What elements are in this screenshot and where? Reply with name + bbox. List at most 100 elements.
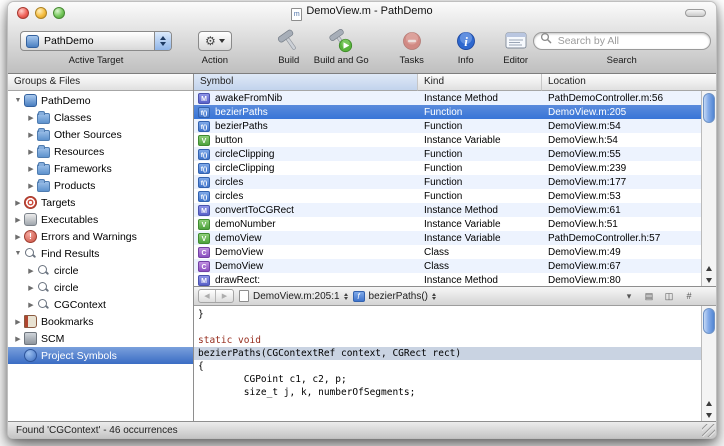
sidebar-header[interactable]: Groups & Files (8, 74, 193, 91)
symbol-name: DemoView (215, 247, 263, 258)
resize-grip[interactable] (702, 424, 715, 437)
symbol-row-DemoView[interactable]: CDemoViewClassDemoView.m:49 (194, 245, 701, 259)
disclosure-triangle-icon[interactable]: ▶ (25, 114, 37, 122)
disclosure-triangle-icon[interactable]: ▶ (12, 233, 24, 241)
sidebar-item-find-results[interactable]: ▼Find Results (8, 245, 193, 262)
disclosure-triangle-icon[interactable]: ▶ (12, 318, 24, 326)
symbol-row-circles[interactable]: f()circlesFunctionDemoView.m:53 (194, 189, 701, 203)
folder-icon (37, 147, 50, 158)
symbol-kind: Instance Variable (418, 135, 542, 146)
symbol-row-drawRect-[interactable]: MdrawRect:Instance MethodDemoView.m:80 (194, 273, 701, 286)
stop-icon (400, 29, 424, 53)
disclosure-triangle-icon[interactable]: ▼ (12, 97, 24, 104)
sidebar-item-circle[interactable]: ▶circle (8, 262, 193, 279)
sidebar-item-executables[interactable]: ▶Executables (8, 211, 193, 228)
code-editor[interactable]: } static voidbezierPaths(CGContextRef co… (194, 306, 716, 421)
disclosure-triangle-icon[interactable]: ▶ (25, 182, 37, 190)
sidebar-item-scm[interactable]: ▶SCM (8, 330, 193, 347)
sidebar-item-bookmarks[interactable]: ▶Bookmarks (8, 313, 193, 330)
symbol-row-circles[interactable]: f()circlesFunctionDemoView.m:177 (194, 175, 701, 189)
titlebar[interactable]: mDemoView.m - PathDemo (8, 2, 716, 24)
xcode-window: mDemoView.m - PathDemo PathDemo Active T… (7, 1, 717, 439)
sidebar-item-errors-and-warnings[interactable]: ▶Errors and Warnings (8, 228, 193, 245)
symbol-row-demoView[interactable]: VdemoViewInstance VariablePathDemoContro… (194, 231, 701, 245)
disclosure-triangle-icon[interactable]: ▶ (25, 131, 37, 139)
symbol-kind: Function (418, 191, 542, 202)
disclosure-triangle-icon[interactable]: ▶ (12, 216, 24, 224)
forward-button[interactable]: ▶ (216, 290, 233, 302)
gear-icon: ⚙ (205, 34, 216, 48)
column-header-kind[interactable]: Kind (418, 74, 542, 91)
build-button[interactable] (272, 28, 306, 54)
sidebar-item-circle[interactable]: ▶circle (8, 279, 193, 296)
table-scrollbar[interactable] (701, 91, 716, 286)
sidebar-item-frameworks[interactable]: ▶Frameworks (8, 160, 193, 177)
scrollbar-thumb[interactable] (703, 308, 715, 334)
disclosure-triangle-icon[interactable]: ▶ (25, 301, 37, 309)
disclosure-triangle-icon[interactable]: ▶ (25, 267, 37, 275)
disclosure-triangle-icon[interactable]: ▼ (12, 250, 24, 257)
search-label: Search (607, 55, 637, 66)
editor-group: Editor (499, 28, 533, 66)
column-header-location[interactable]: Location (542, 74, 716, 91)
active-target-group: PathDemo Active Target (20, 28, 172, 66)
symbol-row-demoNumber[interactable]: VdemoNumberInstance VariableDemoView.h:5… (194, 217, 701, 231)
build-and-go-button[interactable] (324, 28, 358, 54)
editor-scrollbar[interactable] (701, 306, 716, 421)
symbol-row-DemoView[interactable]: CDemoViewClassDemoView.m:67 (194, 259, 701, 273)
scroll-up-button[interactable] (702, 397, 716, 409)
sidebar-item-products[interactable]: ▶Products (8, 177, 193, 194)
active-target-popup[interactable]: PathDemo (20, 31, 172, 51)
find-small-icon (37, 264, 50, 277)
class-symbol-icon: C (198, 261, 210, 272)
symbol-table: Symbol Kind Location MawakeFromNibInstan… (194, 74, 716, 287)
info-button[interactable]: i (449, 28, 483, 54)
find-icon (24, 247, 37, 260)
symbol-row-bezierPaths[interactable]: f()bezierPathsFunctionDemoView.m:205 (194, 105, 701, 119)
symbol-row-circleClipping[interactable]: f()circleClippingFunctionDemoView.m:55 (194, 147, 701, 161)
disclosure-triangle-icon[interactable]: ▶ (25, 148, 37, 156)
tasks-button[interactable] (395, 28, 429, 54)
file-popup[interactable]: DemoView.m:205:1 (239, 290, 348, 302)
scrollbar-thumb[interactable] (703, 93, 715, 123)
line-number-popup-icon[interactable]: # (682, 291, 696, 301)
symbol-row-awakeFromNib[interactable]: MawakeFromNibInstance MethodPathDemoCont… (194, 91, 701, 105)
project-icon (26, 35, 39, 48)
breakpoints-icon[interactable]: ▤ (642, 291, 656, 302)
disclosure-triangle-icon[interactable]: ▶ (12, 335, 24, 343)
content-area: Groups & Files ▼PathDemo▶Classes▶Other S… (8, 74, 716, 421)
symbol-kind: Instance Method (418, 93, 542, 104)
sidebar-item-project-symbols[interactable]: Project Symbols (8, 347, 193, 364)
sidebar-item-label: CGContext (54, 299, 106, 311)
sidebar-item-classes[interactable]: ▶Classes (8, 109, 193, 126)
scroll-up-button[interactable] (702, 262, 716, 274)
symbol-kind: Instance Variable (418, 233, 542, 244)
symbol-row-convertToCGRect[interactable]: MconvertToCGRectInstance MethodDemoView.… (194, 203, 701, 217)
toolbar-toggle-button[interactable] (685, 9, 706, 17)
symbol-row-circleClipping[interactable]: f()circleClippingFunctionDemoView.m:239 (194, 161, 701, 175)
disclosure-triangle-icon[interactable]: ▶ (25, 284, 37, 292)
active-target-value: PathDemo (44, 35, 94, 47)
editor-button[interactable] (499, 28, 533, 54)
table-header: Symbol Kind Location (194, 74, 716, 91)
symbol-row-bezierPaths[interactable]: f()bezierPathsFunctionDemoView.m:54 (194, 119, 701, 133)
action-button[interactable]: ⚙ (198, 31, 232, 51)
column-header-symbol[interactable]: Symbol (194, 74, 418, 91)
symbol-row-button[interactable]: VbuttonInstance VariableDemoView.h:54 (194, 133, 701, 147)
sidebar-item-other-sources[interactable]: ▶Other Sources (8, 126, 193, 143)
executable-icon (24, 213, 37, 226)
code-line: bezierPaths(CGContextRef context, CGRect… (194, 347, 716, 360)
sidebar-item-pathdemo[interactable]: ▼PathDemo (8, 92, 193, 109)
back-button[interactable]: ◀ (199, 290, 216, 302)
sidebar-item-targets[interactable]: ▶Targets (8, 194, 193, 211)
disclosure-triangle-icon[interactable]: ▶ (12, 199, 24, 207)
counterpart-icon[interactable]: ◫ (662, 291, 676, 302)
scroll-down-button[interactable] (702, 409, 716, 421)
disclosure-triangle-icon[interactable]: ▶ (25, 165, 37, 173)
sidebar-item-resources[interactable]: ▶Resources (8, 143, 193, 160)
search-input[interactable] (533, 32, 711, 50)
scroll-down-button[interactable] (702, 274, 716, 286)
bookmarks-popup-icon[interactable]: ▾ (622, 291, 636, 302)
sidebar-item-cgcontext[interactable]: ▶ CGContext (8, 296, 193, 313)
function-popup[interactable]: f bezierPaths() (353, 291, 436, 302)
